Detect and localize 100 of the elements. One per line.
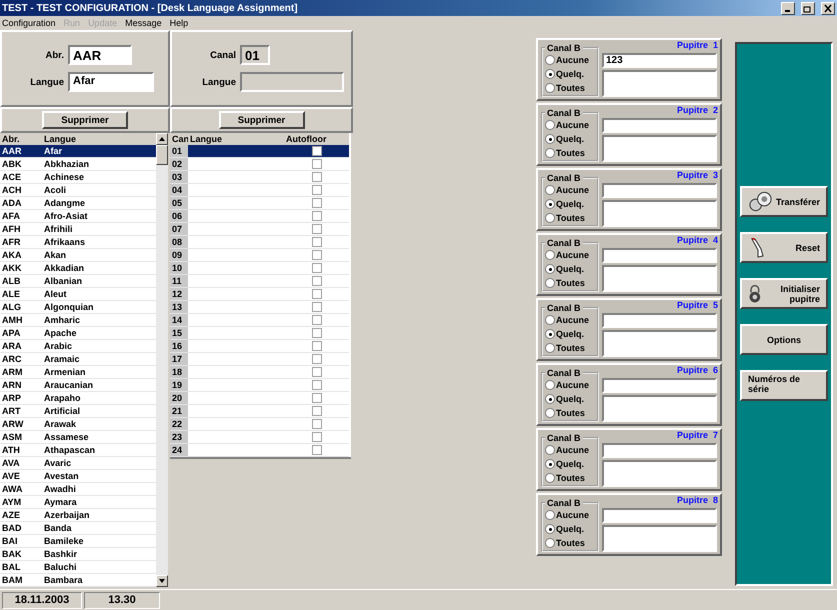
checkbox[interactable] <box>312 393 322 403</box>
table-cell[interactable]: AWA <box>0 483 42 496</box>
radio-button[interactable] <box>545 55 555 65</box>
table-cell[interactable]: ADA <box>0 197 42 210</box>
radio-button[interactable] <box>545 134 555 144</box>
radio-option[interactable]: Aucune <box>545 250 597 260</box>
table-cell[interactable]: Arabic <box>42 340 156 353</box>
table-cell[interactable]: Aymara <box>42 496 156 509</box>
radio-option[interactable]: Toutes <box>545 148 597 158</box>
input-field[interactable] <box>602 118 717 134</box>
row-header[interactable]: 22 <box>170 418 188 431</box>
menu-item[interactable]: Message <box>125 18 162 28</box>
radio-button[interactable] <box>545 510 555 520</box>
table-cell[interactable]: Acoli <box>42 184 156 197</box>
column-header[interactable]: Can <box>170 133 188 145</box>
radio-option[interactable]: Quelq. <box>545 394 597 404</box>
checkbox[interactable] <box>312 211 322 221</box>
checkbox[interactable] <box>312 237 322 247</box>
radio-button[interactable] <box>545 199 555 209</box>
checkbox[interactable] <box>312 367 322 377</box>
row-header[interactable]: 06 <box>170 210 188 223</box>
radio-button[interactable] <box>545 83 555 93</box>
action-button[interactable]: Initialiser pupitre <box>740 278 828 309</box>
radio-button[interactable] <box>545 524 555 534</box>
radio-option[interactable]: Aucune <box>545 120 597 130</box>
checkbox[interactable] <box>312 224 322 234</box>
table-cell[interactable]: ACE <box>0 171 42 184</box>
radio-button[interactable] <box>545 459 555 469</box>
input-field[interactable] <box>602 443 717 458</box>
table-cell[interactable]: Algonquian <box>42 301 156 314</box>
table-cell[interactable]: AKA <box>0 249 42 262</box>
table-cell[interactable]: Assamese <box>42 431 156 444</box>
delete-button[interactable]: Supprimer <box>42 111 128 129</box>
table-cell[interactable]: Armenian <box>42 366 156 379</box>
radio-option[interactable]: Toutes <box>545 408 597 418</box>
row-header[interactable]: 19 <box>170 379 188 392</box>
table-cell[interactable]: ARM <box>0 366 42 379</box>
action-button[interactable]: Transférer <box>740 186 828 217</box>
checkbox[interactable] <box>312 185 322 195</box>
table-cell[interactable]: Aramaic <box>42 353 156 366</box>
radio-button[interactable] <box>545 329 555 339</box>
table-cell[interactable] <box>188 145 284 158</box>
text-area[interactable] <box>602 70 717 97</box>
table-cell[interactable]: Arapaho <box>42 392 156 405</box>
radio-option[interactable]: Quelq. <box>545 459 597 469</box>
radio-option[interactable]: Toutes <box>545 213 597 223</box>
scrollbar[interactable] <box>156 133 168 587</box>
table-cell[interactable]: Bambara <box>42 574 156 587</box>
table-cell[interactable]: AAR <box>0 145 42 158</box>
row-header[interactable]: 13 <box>170 301 188 314</box>
row-header[interactable]: 04 <box>170 184 188 197</box>
row-header[interactable]: 12 <box>170 288 188 301</box>
checkbox[interactable] <box>312 146 322 156</box>
radio-option[interactable]: Toutes <box>545 538 597 548</box>
table-cell[interactable]: ALB <box>0 275 42 288</box>
radio-option[interactable]: Quelq. <box>545 264 597 274</box>
table-cell[interactable]: Akan <box>42 249 156 262</box>
row-header[interactable]: 23 <box>170 431 188 444</box>
radio-button[interactable] <box>545 69 555 79</box>
checkbox[interactable] <box>312 419 322 429</box>
input-field[interactable] <box>602 378 717 394</box>
down-arrow-icon[interactable] <box>159 579 165 583</box>
input-field[interactable] <box>602 248 717 264</box>
table-cell[interactable]: ARA <box>0 340 42 353</box>
table-cell[interactable]: Achinese <box>42 171 156 184</box>
table-cell[interactable]: ARW <box>0 418 42 431</box>
text-area[interactable] <box>602 135 717 162</box>
text-area[interactable] <box>602 525 717 552</box>
row-header[interactable]: 03 <box>170 171 188 184</box>
table-cell[interactable]: AYM <box>0 496 42 509</box>
table-cell[interactable]: Baluchi <box>42 561 156 574</box>
table-cell[interactable]: AKK <box>0 262 42 275</box>
table-cell[interactable]: Afrikaans <box>42 236 156 249</box>
restore-icon[interactable] <box>801 2 815 14</box>
table-cell[interactable]: BAI <box>0 535 42 548</box>
table-cell[interactable]: Akkadian <box>42 262 156 275</box>
table-cell[interactable]: ABK <box>0 158 42 171</box>
table-cell[interactable]: Albanian <box>42 275 156 288</box>
table-cell[interactable]: Azerbaijan <box>42 509 156 522</box>
table-cell[interactable]: ATH <box>0 444 42 457</box>
radio-button[interactable] <box>545 473 555 483</box>
radio-button[interactable] <box>545 148 555 158</box>
table-cell[interactable]: Avaric <box>42 457 156 470</box>
radio-option[interactable]: Aucune <box>545 55 597 65</box>
row-header[interactable]: 11 <box>170 275 188 288</box>
checkbox[interactable] <box>312 380 322 390</box>
table-cell[interactable]: ARN <box>0 379 42 392</box>
action-button[interactable]: Options <box>740 324 828 355</box>
radio-button[interactable] <box>545 120 555 130</box>
row-header[interactable]: 16 <box>170 340 188 353</box>
column-header[interactable]: Langue <box>42 133 156 145</box>
table-cell[interactable]: Banda <box>42 522 156 535</box>
table-cell[interactable]: Afar <box>42 145 156 158</box>
column-header[interactable]: Autofloor <box>284 133 349 145</box>
delete-button[interactable]: Supprimer <box>218 111 304 129</box>
checkbox[interactable] <box>312 172 322 182</box>
table-cell[interactable]: ACH <box>0 184 42 197</box>
langue-field[interactable]: Afar <box>68 72 154 92</box>
table-cell[interactable]: BAD <box>0 522 42 535</box>
table-cell[interactable]: BAL <box>0 561 42 574</box>
